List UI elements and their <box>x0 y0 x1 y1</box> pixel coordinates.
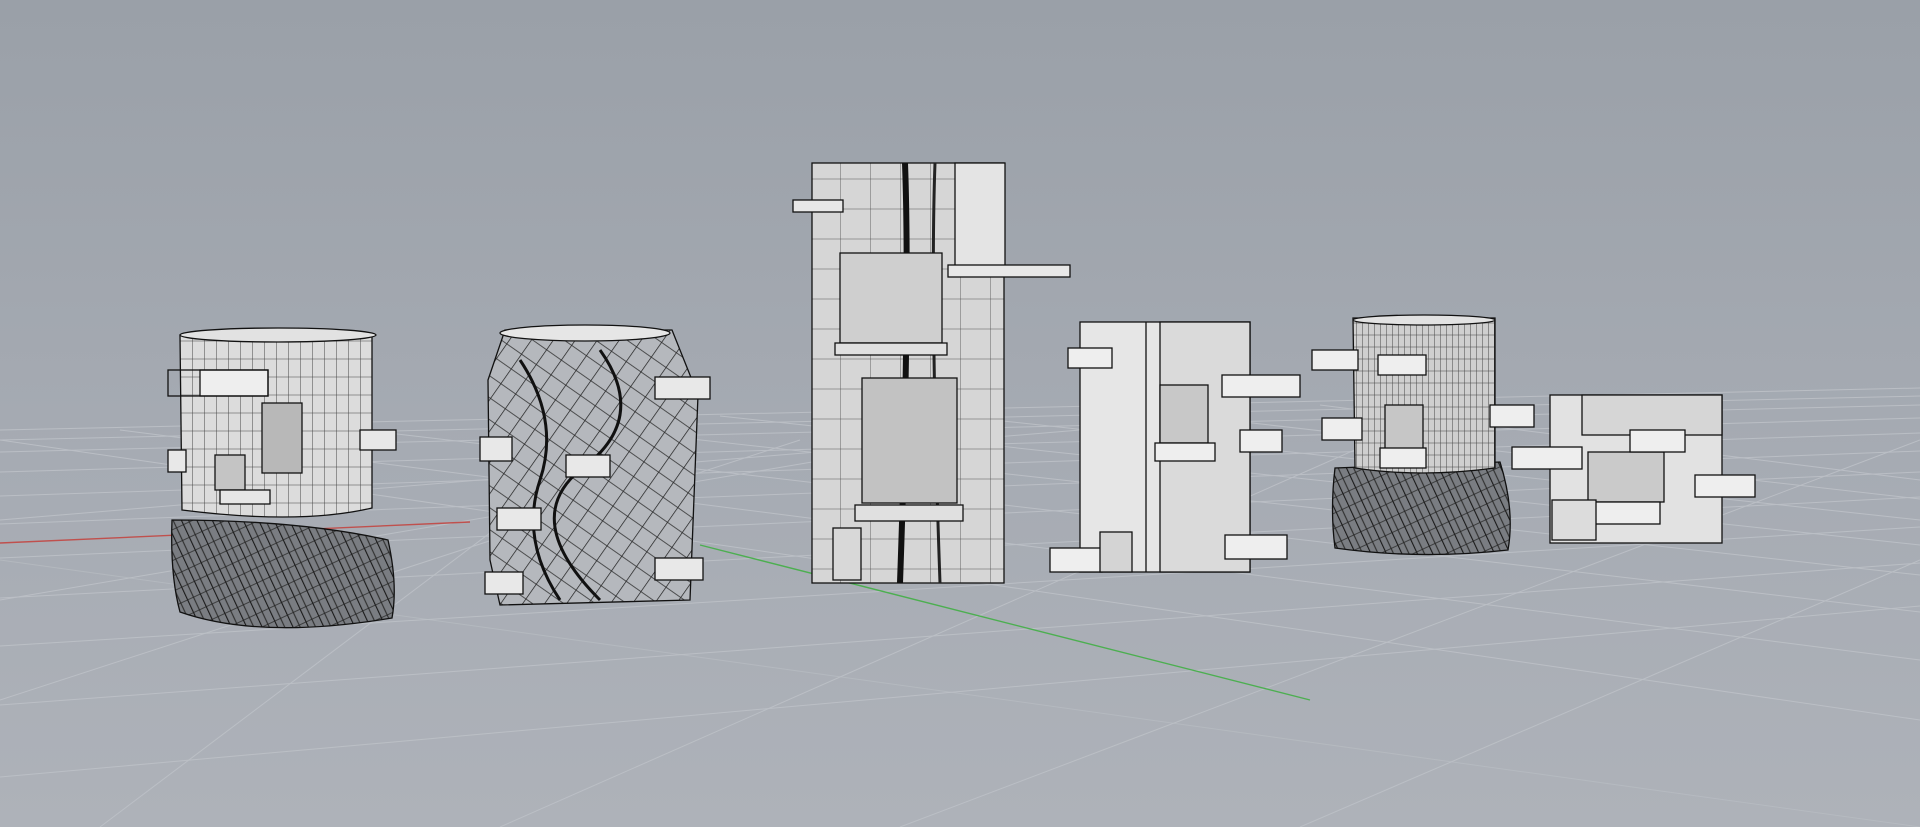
rhino-perspective-viewport[interactable] <box>0 0 1920 827</box>
model-twisted-tower[interactable] <box>479 324 711 606</box>
viewport-canvas[interactable] <box>0 0 1920 827</box>
model-twisted-base-tower[interactable] <box>167 327 397 629</box>
